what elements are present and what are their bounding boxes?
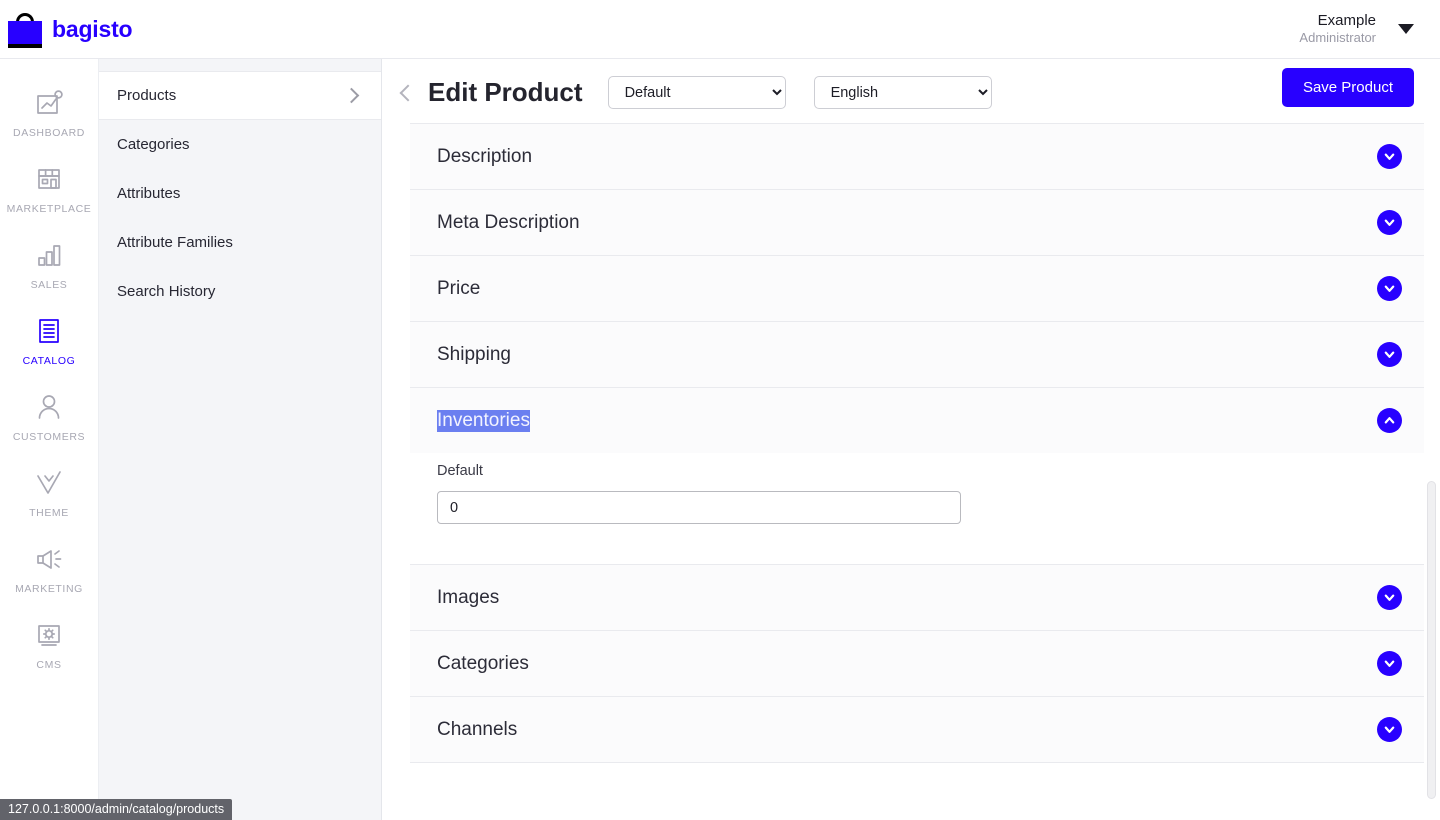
sidebar-label: CUSTOMERS (12, 431, 86, 443)
locale-select[interactable]: English (813, 76, 992, 109)
sidebar-label: THEME (29, 507, 69, 519)
status-bar-url: 127.0.0.1:8000/admin/catalog/products (0, 799, 233, 820)
accordion-section-description: Description (410, 124, 1424, 190)
store-icon (38, 169, 60, 189)
sidebar-label: CATALOG (22, 355, 76, 367)
accordion-header[interactable]: Shipping (410, 322, 1424, 387)
top-bar: bagisto Example Administrator (0, 0, 1440, 59)
sidebar-item-dashboard[interactable]: DASHBOARD (0, 75, 98, 151)
sidebar-item-cms[interactable]: CMS (0, 607, 98, 683)
accordion-title: Channels (437, 718, 518, 740)
accordion-header[interactable]: Images (410, 565, 1424, 630)
accordion-section-images: Images (410, 565, 1424, 631)
shopping-bag-icon (8, 10, 42, 48)
sidebar-item-marketing[interactable]: MARKETING (0, 531, 98, 607)
store-select[interactable]: Default (607, 76, 786, 109)
dashboard-icon (37, 90, 63, 114)
scrollbar-thumb[interactable] (1427, 481, 1436, 799)
chevron-down-icon[interactable] (1377, 210, 1402, 235)
chevron-right-icon (343, 87, 360, 104)
main-content: Edit Product Default English Save Produc… (382, 59, 1440, 820)
back-arrow-icon[interactable] (399, 84, 417, 101)
sidebar-item-attributes[interactable]: Attributes (99, 169, 381, 218)
chevron-down-icon[interactable] (1377, 342, 1402, 367)
sidebar-item-customers[interactable]: CUSTOMERS (0, 379, 98, 455)
sidebar-item-sales[interactable]: SALES (0, 227, 98, 303)
inventory-source-label: Default (437, 463, 483, 479)
accordion-section-meta-description: Meta Description (410, 190, 1424, 256)
user-icon (38, 395, 60, 419)
accordion-header[interactable]: Meta Description (410, 190, 1424, 255)
sidebar-item-label: Categories (117, 136, 190, 153)
accordion-section-shipping: Shipping (410, 322, 1424, 388)
chevron-down-icon[interactable] (1377, 276, 1402, 301)
user-role: Administrator (1299, 30, 1376, 46)
secondary-sidebar: Products Categories Attributes Attribute… (99, 59, 382, 820)
brand-name: bagisto (52, 15, 133, 42)
accordion-header[interactable]: Price (410, 256, 1424, 321)
sidebar-item-attribute-families[interactable]: Attribute Families (99, 218, 381, 267)
sidebar-label: MARKETPLACE (6, 203, 92, 215)
accordion-header[interactable]: Channels (410, 697, 1424, 762)
sidebar-label: SALES (30, 279, 68, 291)
accordion-section-inventories: Inventories Default (410, 388, 1424, 565)
brand-logo[interactable]: bagisto (0, 10, 133, 48)
megaphone-icon (37, 550, 62, 569)
page-scrollbar[interactable] (1425, 59, 1438, 820)
accordion-title: Categories (437, 652, 529, 674)
sidebar-item-marketplace[interactable]: MARKETPLACE (0, 151, 98, 227)
accordion-header[interactable]: Categories (410, 631, 1424, 696)
page-header: Edit Product Default English Save Produc… (382, 59, 1440, 117)
user-name: Example (1317, 11, 1376, 29)
chevron-down-icon[interactable] (1377, 651, 1402, 676)
sidebar-item-label: Search History (117, 283, 216, 300)
inventory-default-input[interactable] (437, 491, 961, 524)
product-accordion: Description Meta Description Price Shipp… (410, 123, 1424, 763)
chevron-down-icon[interactable] (1377, 585, 1402, 610)
admin-app: bagisto Example Administrator DASHBOARD (0, 0, 1440, 820)
document-lines-icon (39, 319, 59, 343)
accordion-header[interactable]: Description (410, 124, 1424, 189)
sidebar-item-label: Attributes (117, 185, 181, 202)
gear-screen-icon (38, 625, 60, 646)
sidebar-item-theme[interactable]: THEME (0, 455, 98, 531)
chevron-down-icon[interactable] (1377, 717, 1402, 742)
user-menu[interactable]: Example Administrator (1299, 12, 1376, 47)
page-title: Edit Product (428, 77, 583, 107)
accordion-title: Price (437, 277, 481, 299)
sidebar-label: CMS (36, 659, 62, 671)
accordion-section-channels: Channels (410, 697, 1424, 763)
sidebar-item-search-history[interactable]: Search History (99, 267, 381, 316)
sidebar-label: DASHBOARD (13, 127, 85, 139)
sidebar-item-categories[interactable]: Categories (99, 120, 381, 169)
accordion-title: Inventories (437, 409, 530, 432)
sidebar-item-products[interactable]: Products (99, 71, 381, 120)
accordion-section-categories: Categories (410, 631, 1424, 697)
inventories-panel: Default (410, 453, 1424, 564)
chevron-down-icon[interactable] (1398, 24, 1414, 34)
bar-chart-icon (38, 245, 61, 266)
primary-sidebar: DASHBOARD MARKETPLACE SALES CATALOG CUST… (0, 59, 99, 820)
top-bar-right: Example Administrator (1299, 12, 1440, 47)
accordion-title: Images (437, 586, 500, 608)
sidebar-item-catalog[interactable]: CATALOG (0, 303, 98, 379)
accordion-title: Meta Description (437, 211, 580, 233)
accordion-title: Description (437, 145, 533, 167)
double-check-icon (37, 471, 61, 494)
accordion-section-price: Price (410, 256, 1424, 322)
save-product-button[interactable]: Save Product (1281, 68, 1414, 107)
accordion-header[interactable]: Inventories (410, 388, 1424, 453)
chevron-down-icon[interactable] (1377, 144, 1402, 169)
sidebar-label: MARKETING (15, 583, 83, 595)
sidebar-item-label: Products (117, 87, 177, 104)
chevron-up-icon[interactable] (1377, 408, 1402, 433)
sidebar-item-label: Attribute Families (117, 234, 233, 251)
accordion-title: Shipping (437, 343, 511, 365)
